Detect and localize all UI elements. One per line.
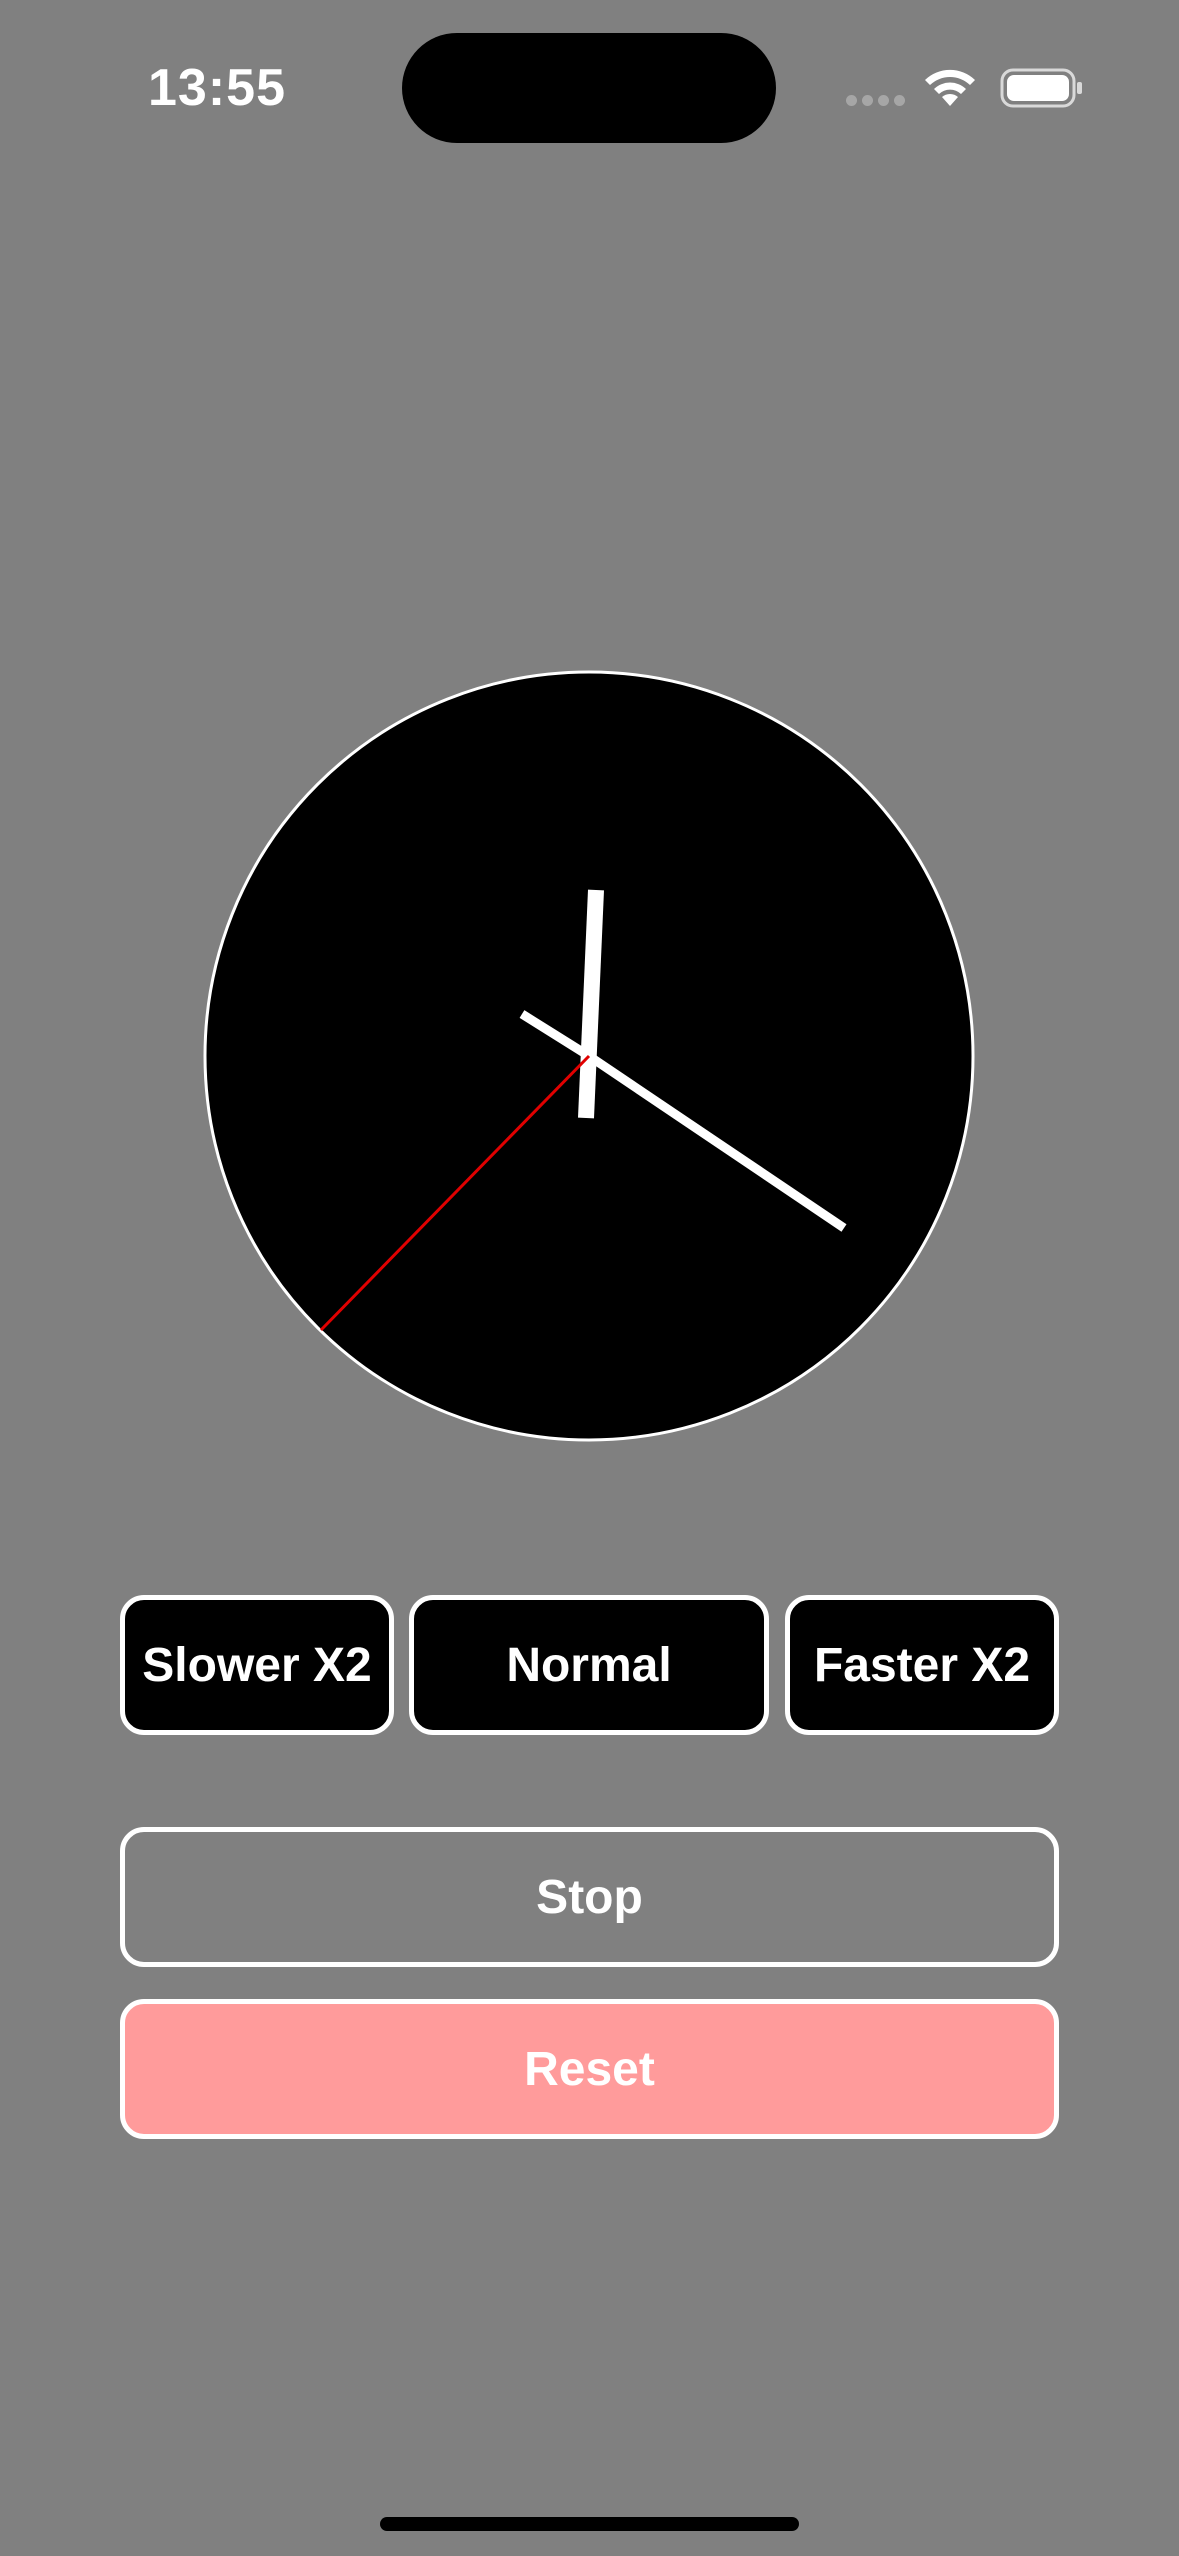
faster-x2-button[interactable]: Faster X2 [785,1595,1059,1735]
reset-button[interactable]: Reset [120,1999,1059,2139]
battery-icon [1000,68,1082,108]
stop-button[interactable]: Stop [120,1827,1059,1967]
status-time: 13:55 [148,59,286,117]
normal-speed-button[interactable]: Normal [409,1595,769,1735]
home-indicator[interactable] [380,2517,799,2531]
dynamic-island [402,33,776,143]
cellular-signal-icon [846,95,906,107]
wifi-icon [925,69,975,106]
analog-clock [203,670,975,1442]
hour-hand [578,889,604,1119]
slower-x2-button[interactable]: Slower X2 [120,1595,394,1735]
